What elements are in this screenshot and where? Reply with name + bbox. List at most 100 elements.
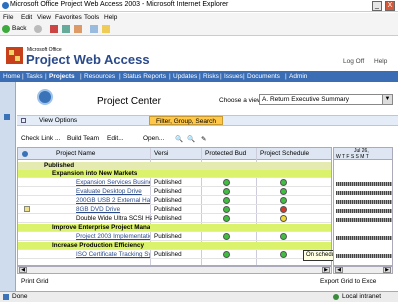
- group-label: Improve Enterprise Project Mana: [52, 224, 151, 231]
- export-grid-link[interactable]: Export Grid to Exce: [320, 278, 376, 285]
- group-row[interactable]: Increase Production Efficiency: [18, 242, 331, 250]
- help-link[interactable]: Help: [374, 58, 387, 65]
- logoff-link[interactable]: Log Off: [343, 58, 364, 65]
- table-row[interactable]: 8GB DVD Drive Published: [18, 206, 331, 214]
- check-link-button[interactable]: Check Link ...: [21, 135, 60, 142]
- nav-separator: |: [45, 73, 47, 80]
- column-protected-budget[interactable]: Protected Bud: [205, 150, 246, 157]
- stop-icon[interactable]: [50, 25, 58, 33]
- intranet-icon: [333, 294, 339, 300]
- view-select[interactable]: A. Return Executive Summary ▼: [259, 94, 393, 105]
- print-grid-link[interactable]: Print Grid: [21, 278, 48, 285]
- gantt-bar[interactable]: [336, 254, 392, 258]
- table-row[interactable]: ISO Certificate Tracking System Publishe…: [18, 251, 331, 259]
- menu-view[interactable]: View: [37, 14, 51, 21]
- nav-updates[interactable]: Updates: [173, 73, 197, 80]
- schedule-status-indicator: [280, 179, 287, 186]
- nav-status-reports[interactable]: Status Reports: [123, 73, 166, 80]
- column-project-schedule[interactable]: Project Schedule: [260, 150, 309, 157]
- gantt-horizontal-scrollbar[interactable]: ◀ ▶: [333, 266, 393, 274]
- project-name-link[interactable]: Expansion Services Business: [76, 179, 150, 186]
- nav-separator: |: [243, 73, 245, 80]
- project-name-link[interactable]: Double Wide Ultra SCSI Hard Drive: [76, 215, 152, 222]
- project-name-link[interactable]: Evaluate Desktop Drive: [76, 188, 150, 195]
- close-button[interactable]: X: [385, 1, 395, 11]
- go-to-task-icon[interactable]: ✎: [201, 135, 206, 143]
- browser-toolbar: Back: [0, 23, 398, 36]
- main-nav: Home | Tasks | Projects | Resources | St…: [0, 71, 398, 82]
- menu-edit[interactable]: Edit: [21, 14, 32, 21]
- budget-status-indicator: [223, 251, 230, 258]
- table-row[interactable]: Double Wide Ultra SCSI Hard Drive Publis…: [18, 215, 331, 223]
- gantt-bar[interactable]: [336, 182, 392, 186]
- zoom-in-icon[interactable]: 🔍: [175, 135, 183, 143]
- nav-documents[interactable]: Documents: [247, 73, 280, 80]
- table-row[interactable]: 200GB USB 2 External Hard Drive Publishe…: [18, 197, 331, 205]
- scroll-left-icon[interactable]: ◀: [335, 267, 343, 273]
- minimize-button[interactable]: _: [372, 1, 382, 11]
- grid-header: Project Name Versi Protected Bud Project…: [18, 148, 331, 160]
- group-row[interactable]: Published: [18, 162, 331, 170]
- open-button[interactable]: Open...: [143, 135, 164, 142]
- nav-resources[interactable]: Resources: [84, 73, 115, 80]
- zoom-out-icon[interactable]: 🔍: [187, 135, 195, 143]
- nav-tasks[interactable]: Tasks: [26, 73, 43, 80]
- scroll-right-icon[interactable]: ▶: [322, 267, 330, 273]
- chevron-down-icon[interactable]: ▼: [382, 95, 392, 104]
- grid-horizontal-scrollbar[interactable]: ◀ ▶: [17, 266, 332, 274]
- scroll-left-icon[interactable]: ◀: [19, 267, 27, 273]
- menu-help[interactable]: Help: [104, 14, 117, 21]
- project-name-link[interactable]: 8GB DVD Drive: [76, 206, 150, 213]
- budget-status-indicator: [223, 206, 230, 213]
- table-row[interactable]: Expansion Services Business Published: [18, 179, 331, 187]
- forward-arrow-icon[interactable]: [34, 25, 42, 33]
- note-icon: [24, 206, 30, 212]
- nav-issues[interactable]: Issues: [224, 73, 243, 80]
- search-icon[interactable]: [90, 25, 98, 33]
- scroll-right-icon[interactable]: ▶: [383, 267, 391, 273]
- menu-file[interactable]: File: [3, 14, 13, 21]
- group-row[interactable]: Improve Enterprise Project Mana: [18, 224, 331, 232]
- favorites-icon[interactable]: [102, 25, 110, 33]
- back-arrow-icon[interactable]: [2, 25, 10, 33]
- nav-admin[interactable]: Admin: [289, 73, 307, 80]
- options-expand-icon[interactable]: [21, 118, 26, 123]
- home-icon[interactable]: [74, 25, 82, 33]
- nav-home[interactable]: Home: [3, 73, 20, 80]
- gantt-chart: Jul 26, W T F S S M T: [333, 147, 393, 266]
- nav-separator: |: [80, 73, 82, 80]
- refresh-icon[interactable]: [62, 25, 70, 33]
- menu-tools[interactable]: Tools: [84, 14, 99, 21]
- gantt-bar[interactable]: [336, 209, 392, 213]
- nav-separator: |: [119, 73, 121, 80]
- schedule-status-indicator: [280, 251, 287, 258]
- table-row[interactable]: Evaluate Desktop Drive Published: [18, 188, 331, 196]
- budget-status-indicator: [223, 197, 230, 204]
- gantt-bar[interactable]: [336, 218, 392, 222]
- zone-text: Local intranet: [342, 293, 382, 300]
- table-row[interactable]: Project 2003 Implementation Published: [18, 233, 331, 241]
- gantt-bar[interactable]: [336, 191, 392, 195]
- column-version[interactable]: Versi: [154, 150, 168, 157]
- indicator-column-icon: [22, 151, 28, 157]
- gantt-bar[interactable]: [336, 236, 392, 240]
- project-name-link[interactable]: 200GB USB 2 External Hard Drive: [76, 197, 150, 204]
- version-cell: Published: [154, 251, 182, 258]
- nav-projects[interactable]: Projects: [49, 73, 75, 80]
- menu-favorites[interactable]: Favorites: [55, 14, 82, 21]
- project-name-link[interactable]: Project 2003 Implementation: [76, 233, 150, 240]
- column-project-name[interactable]: Project Name: [56, 150, 95, 157]
- group-row[interactable]: Expansion into New Markets: [18, 170, 331, 178]
- back-button-label[interactable]: Back: [12, 25, 26, 32]
- gantt-bar[interactable]: [336, 200, 392, 204]
- tab-filter-group-search[interactable]: Filter, Group, Search: [149, 116, 223, 125]
- project-name-link[interactable]: ISO Certificate Tracking System: [76, 251, 150, 258]
- build-team-button[interactable]: Build Team: [67, 135, 99, 142]
- edit-button[interactable]: Edit...: [107, 135, 124, 142]
- nav-risks[interactable]: Risks: [203, 73, 219, 80]
- side-panel-toggle-icon[interactable]: [4, 114, 10, 120]
- window-title: Microsoft Office Project Web Access 2003…: [10, 1, 229, 8]
- project-grid: Project Name Versi Protected Bud Project…: [17, 147, 332, 266]
- nav-separator: |: [22, 73, 24, 80]
- tab-view-options[interactable]: View Options: [39, 117, 77, 124]
